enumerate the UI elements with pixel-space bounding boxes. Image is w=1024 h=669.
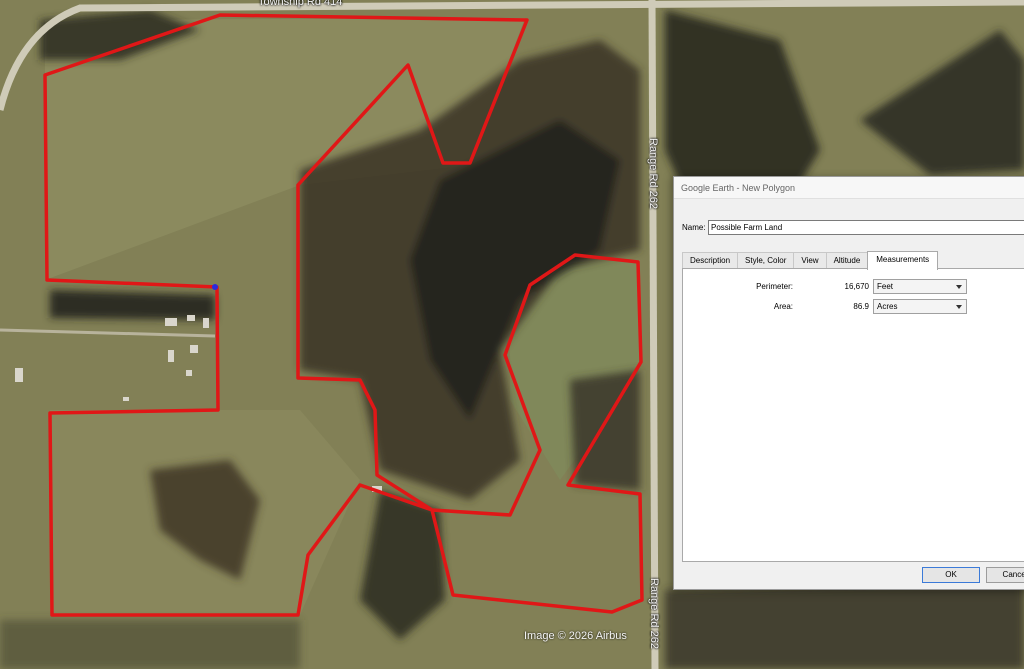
road-label-range-upper: Range Rd 262 — [647, 138, 659, 209]
area-unit-select[interactable]: Acres — [873, 298, 967, 314]
tab-view[interactable]: View — [793, 252, 827, 269]
road-label-range-lower: Range Rd 262 — [648, 578, 660, 649]
polygon-vertex-marker[interactable] — [212, 284, 218, 290]
tab-measurements[interactable]: Measurements — [867, 251, 939, 270]
area-value: 86.9 — [853, 301, 869, 311]
dialog-title[interactable]: Google Earth - New Polygon — [674, 177, 1024, 199]
perimeter-unit-select[interactable]: Feet — [873, 278, 967, 294]
area-row: Area: 86.9 Acres — [683, 298, 967, 314]
imagery-attribution: Image © 2026 Airbus — [524, 630, 627, 642]
new-polygon-dialog: Google Earth - New Polygon Name: Descrip… — [673, 176, 1024, 590]
perimeter-unit-text: Feet — [877, 281, 894, 291]
perimeter-row: Perimeter: 16,670 Feet — [683, 278, 967, 294]
range-road — [648, 0, 659, 669]
tab-altitude[interactable]: Altitude — [825, 252, 869, 269]
cancel-button[interactable]: Cancel — [986, 567, 1024, 583]
ok-button[interactable]: OK — [922, 567, 980, 583]
perimeter-value: 16,670 — [844, 281, 869, 291]
area-unit-text: Acres — [877, 301, 898, 311]
chevron-down-icon — [956, 284, 962, 289]
tab-style-color[interactable]: Style, Color — [737, 252, 795, 269]
perimeter-label: Perimeter: — [756, 281, 793, 291]
tab-description[interactable]: Description — [682, 252, 739, 269]
area-label: Area: — [773, 301, 793, 311]
road-label-township: Township Rd 414 — [258, 0, 343, 8]
chevron-down-icon — [956, 304, 962, 309]
tab-bar: Description Style, Color View Altitude M… — [682, 251, 939, 270]
name-input[interactable] — [708, 220, 1024, 235]
measurements-panel: Perimeter: 16,670 Feet Area: 86.9 Acres — [682, 268, 1024, 562]
name-row: Name: — [682, 220, 1024, 235]
name-label: Name: — [682, 223, 706, 232]
